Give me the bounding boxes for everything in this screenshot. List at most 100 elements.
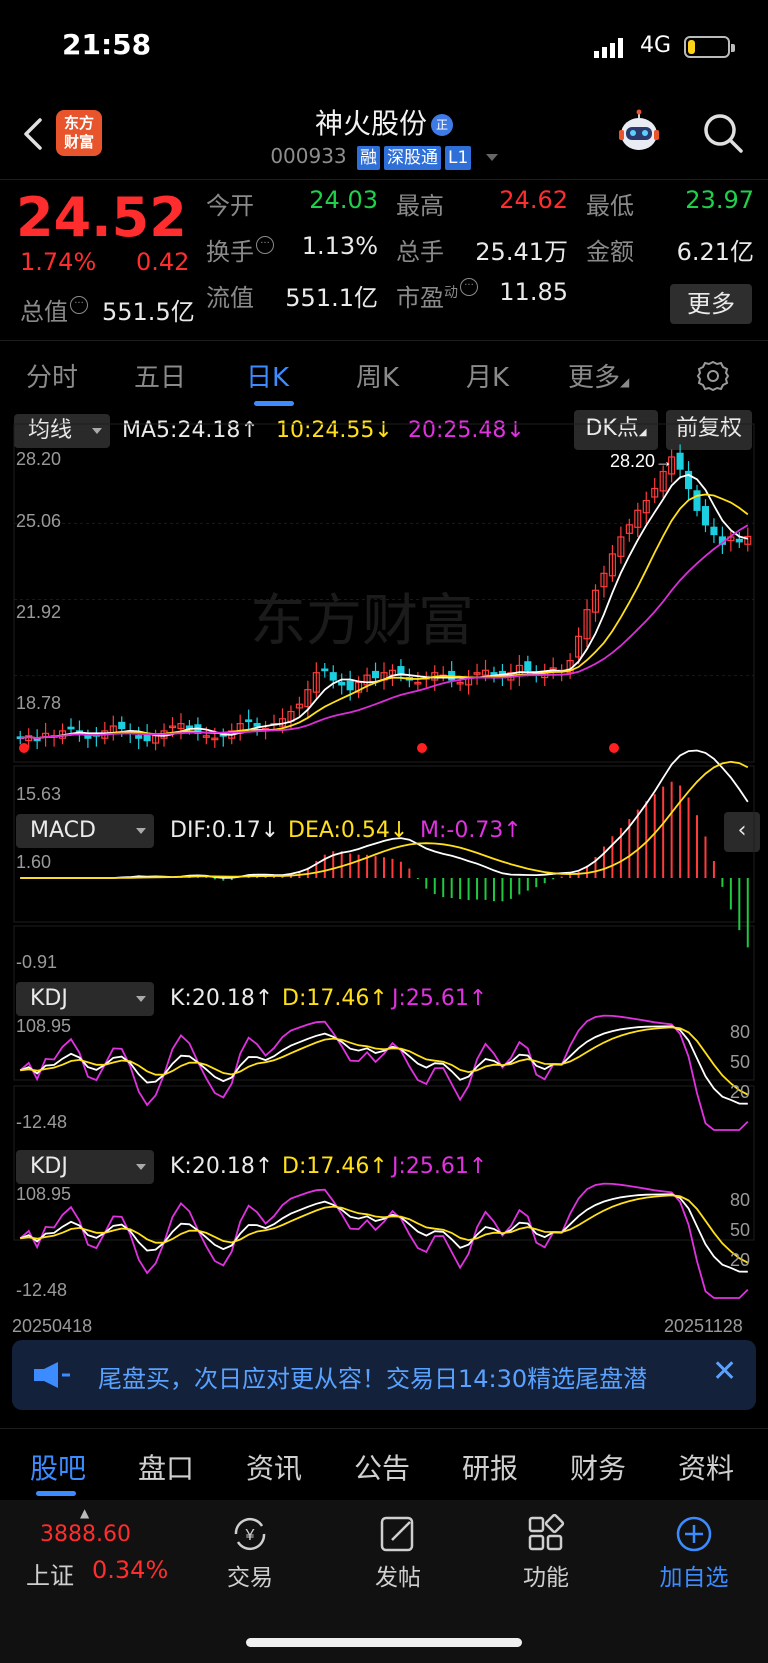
tag-connect: 深股通 [384,146,442,170]
banner-text: 尾盘买，次日应对更从容！交易日14:30精选尾盘潜 [98,1365,648,1393]
info-icon: ··· [256,236,274,254]
plus-circle-icon [676,1516,712,1552]
tab-more-label: 更多 [568,363,621,393]
status-bar: 21:58 4G [0,0,768,92]
quote-panel: 24.52 1.74% 0.42 总值 ··· 551.5亿 今开 24.03 最… [0,180,768,340]
kdj1-axis-bottom: -12.48 [16,1112,67,1132]
up-triangle-icon: ▲ [80,1506,90,1520]
candle-body [346,680,354,691]
name-badge: 正 [431,114,453,136]
candle-body [338,681,346,686]
tab-forum[interactable]: 股吧 [30,1447,86,1487]
kline-chart[interactable]: 东方财富 28.20 25.06 21.92 18.78 15.63 28.20… [0,410,768,1340]
yen-exchange-icon: ¥ [234,1517,266,1551]
stock-code: 000933 [270,144,347,168]
tab-profile[interactable]: 资料 [678,1447,734,1487]
content-tabs: 股吧 盘口 资讯 公告 研报 财务 资料 [0,1428,768,1498]
close-icon[interactable]: ✕ [712,1354,737,1389]
pe-label-text: 市盈 [396,284,444,312]
price-axis-2: 25.06 [16,511,61,531]
candle-body [135,735,143,739]
candle-body [371,670,380,679]
svg-text:¥: ¥ [245,1527,255,1544]
grid-icon [528,1514,565,1551]
price-axis-bottom: 15.63 [16,784,61,804]
info-icon: ··· [460,278,478,296]
candle-body [693,490,701,511]
add-watchlist-button[interactable]: 加自选 [644,1514,744,1592]
post-button[interactable]: 发帖 [348,1514,448,1592]
last-price: 24.52 [16,186,187,249]
candle-body [676,452,684,470]
index-name[interactable]: 上证 [26,1556,74,1591]
candle-body [735,538,743,543]
float-cap-label: 流值 [206,284,254,312]
index-value[interactable]: 3888.60 [40,1522,131,1547]
index-percent[interactable]: 0.34% [92,1556,168,1584]
low-label: 最低 [586,192,634,220]
search-icon[interactable] [700,110,746,156]
speaker-icon [34,1362,70,1388]
stock-header: 东方 财富 神火股份正 000933 融深股通 L1 [0,92,768,180]
tab-announcements[interactable]: 公告 [354,1447,410,1487]
x-axis-start: 20250418 [12,1316,92,1336]
open-value: 24.03 [309,186,378,214]
network-label: 4G [640,33,672,58]
turnover-value: 1.13% [301,232,378,260]
tab-five-day[interactable]: 五日 [134,357,186,394]
candle-body [118,721,126,730]
more-button[interactable]: 更多 [670,284,752,324]
signal-dot [417,743,427,753]
kdj1-axis-20: 20 [730,1082,750,1102]
change-amount: 0.42 [136,248,190,276]
robot-assistant-icon[interactable] [614,108,664,158]
tab-research[interactable]: 研报 [462,1447,518,1487]
price-axis-3: 21.92 [16,602,61,622]
signal-dot [609,743,619,753]
volume-value: 25.41万 [475,238,568,266]
add-watchlist-label: 加自选 [659,1565,729,1591]
macd-axis-bottom: -0.91 [16,952,57,972]
trade-label: 交易 [227,1565,273,1591]
macd-axis-top: 1.60 [16,852,51,872]
tab-daily-k[interactable]: 日K [246,357,289,394]
total-cap-label-text: 总值 [20,298,68,326]
float-cap-value: 551.1亿 [285,284,378,312]
candle-body [67,726,75,730]
tab-more[interactable]: 更多◢ [568,357,629,394]
tab-order-book[interactable]: 盘口 [138,1447,194,1487]
status-time: 21:58 [62,28,152,61]
info-icon: ··· [70,296,88,314]
total-cap-label[interactable]: 总值 ··· [20,292,88,327]
turnover-label[interactable]: 换手 ··· [206,232,274,267]
pe-value: 11.85 [499,278,568,306]
kdj1-j-line [19,1014,749,1131]
pe-label[interactable]: 市盈动 ··· [396,278,478,313]
high-marker: 28.20→ [610,451,673,471]
tab-financials[interactable]: 财务 [570,1447,626,1487]
gear-icon[interactable] [696,359,730,393]
low-value: 23.97 [685,186,754,214]
candle-body [84,735,92,739]
trade-button[interactable]: ¥ 交易 [200,1514,300,1592]
tab-news[interactable]: 资讯 [246,1447,302,1487]
x-axis-end: 20251128 [664,1316,743,1336]
high-value: 24.62 [499,186,568,214]
high-label: 最高 [396,192,444,220]
tab-monthly-k[interactable]: 月K [466,357,509,394]
tag-margin: 融 [357,146,381,170]
tag-level: L1 [445,146,472,170]
pe-superscript: 动 [444,285,458,301]
volume-label: 总手 [396,238,444,266]
price-axis-4: 18.78 [16,693,61,713]
corner-triangle-icon: ◢ [620,375,630,389]
functions-button[interactable]: 功能 [496,1514,596,1592]
total-cap-value: 551.5亿 [102,298,195,326]
promo-banner[interactable]: 尾盘买，次日应对更从容！交易日14:30精选尾盘潜 ✕ [12,1340,756,1410]
candle-body [701,506,710,526]
kdj1-axis-80: 80 [730,1022,750,1042]
bottom-action-bar: ▲ 3888.60 上证 0.34% ¥ 交易 发帖 功能 加自选 [0,1500,768,1663]
tab-weekly-k[interactable]: 周K [356,357,399,394]
tab-intraday[interactable]: 分时 [26,357,78,394]
kdj1-axis-top: 108.95 [16,1016,71,1036]
